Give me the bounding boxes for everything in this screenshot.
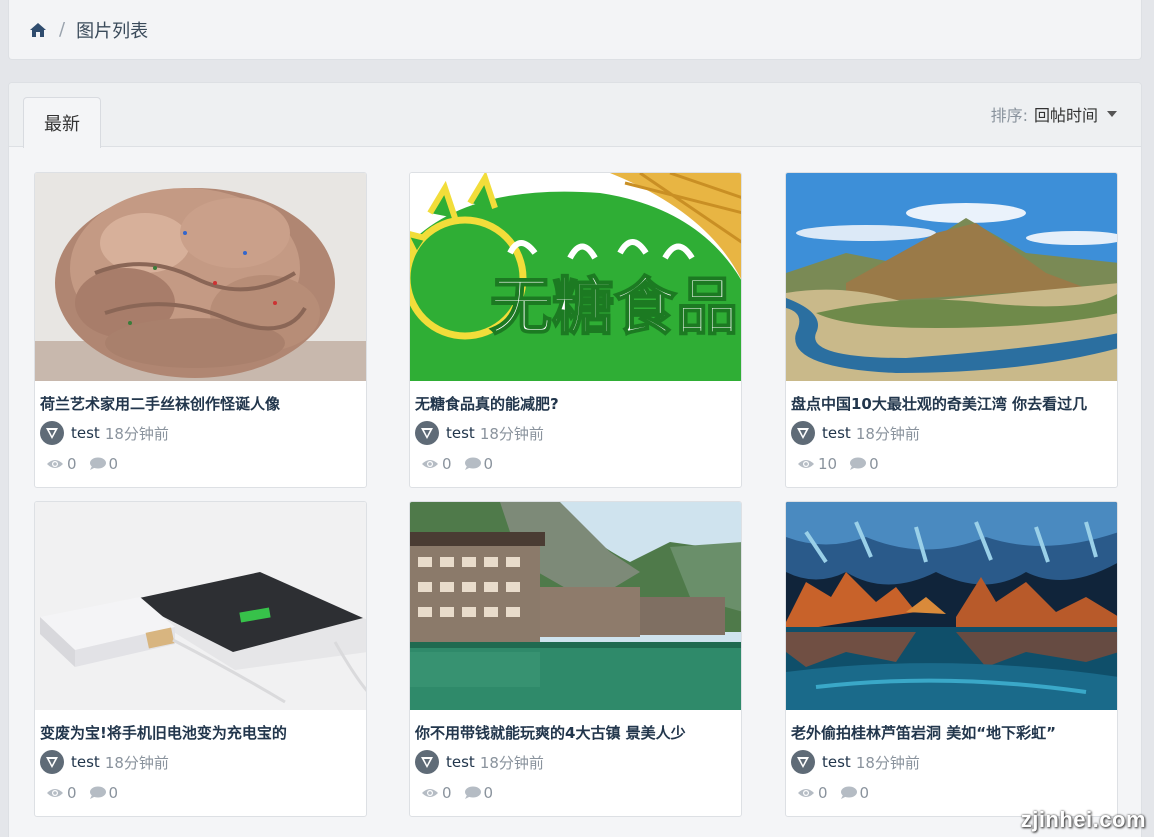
- card-image[interactable]: [786, 502, 1117, 710]
- card-stats: 0 0: [46, 784, 118, 802]
- watermark: zjinhei.com: [1020, 807, 1146, 832]
- sort-label: 排序:: [990, 106, 1028, 125]
- author-name[interactable]: test: [446, 424, 475, 442]
- avatar[interactable]: [40, 750, 64, 774]
- card-meta: test 18分钟前: [415, 750, 544, 774]
- card-meta: test 18分钟前: [40, 421, 169, 445]
- eye-icon: [797, 458, 815, 470]
- breadcrumb-separator: /: [59, 19, 66, 40]
- comment-count: 0: [483, 455, 494, 473]
- comment-count: 0: [859, 784, 870, 802]
- comment-icon: [464, 457, 481, 471]
- card-meta: test 18分钟前: [791, 421, 920, 445]
- post-time: 18分钟前: [855, 753, 920, 772]
- avatar[interactable]: [791, 750, 815, 774]
- card-stats: 0 0: [797, 784, 869, 802]
- post-time: 18分钟前: [855, 424, 920, 443]
- comment-count: 0: [483, 784, 494, 802]
- card-stats: 0 0: [421, 784, 493, 802]
- breadcrumb: / 图片列表: [8, 0, 1142, 60]
- tab-latest[interactable]: 最新: [23, 97, 101, 148]
- view-count: 0: [442, 455, 452, 473]
- eye-icon: [46, 458, 64, 470]
- card-title[interactable]: 老外偷拍桂林芦笛岩洞 美如“地下彩虹”: [791, 722, 1056, 743]
- image-card[interactable]: 你不用带钱就能玩爽的4大古镇 景美人少 test 18分钟前 0 0: [409, 501, 742, 817]
- view-count: 10: [818, 455, 838, 473]
- caret-down-icon[interactable]: [1107, 111, 1117, 117]
- sort-dropdown[interactable]: 排序: 回帖时间: [991, 102, 1117, 126]
- view-count: 0: [67, 455, 77, 473]
- view-count: 0: [67, 784, 77, 802]
- panel-header: 最新 排序: 回帖时间: [9, 83, 1141, 148]
- breadcrumb-current: 图片列表: [76, 20, 149, 42]
- card-title[interactable]: 你不用带钱就能玩爽的4大古镇 景美人少: [415, 722, 686, 743]
- card-title[interactable]: 变废为宝!将手机旧电池变为充电宝的: [40, 722, 287, 743]
- card-title[interactable]: 无糖食品真的能减肥?: [415, 393, 559, 414]
- card-image[interactable]: 无糖食品: [410, 173, 741, 381]
- image-card[interactable]: 无糖食品 无糖食品真的能减肥? test 18分钟前 0 0: [409, 172, 742, 488]
- card-image[interactable]: [410, 502, 741, 710]
- comment-count: 0: [108, 784, 119, 802]
- card-stats: 0 0: [46, 455, 118, 473]
- view-count: 0: [442, 784, 452, 802]
- comment-icon: [464, 786, 481, 800]
- comment-count: 0: [108, 455, 119, 473]
- sugar-free-text: 无糖食品: [490, 270, 738, 343]
- avatar[interactable]: [415, 750, 439, 774]
- card-image[interactable]: [35, 173, 366, 381]
- card-meta: test 18分钟前: [415, 421, 544, 445]
- comment-icon: [89, 457, 106, 471]
- card-stats: 0 0: [421, 455, 493, 473]
- eye-icon: [421, 787, 439, 799]
- card-stats: 10 0: [797, 455, 879, 473]
- post-time: 18分钟前: [479, 753, 544, 772]
- view-count: 0: [818, 784, 828, 802]
- avatar[interactable]: [40, 421, 64, 445]
- post-time: 18分钟前: [104, 753, 169, 772]
- image-card[interactable]: 变废为宝!将手机旧电池变为充电宝的 test 18分钟前 0 0: [34, 501, 367, 817]
- image-card[interactable]: 盘点中国10大最壮观的奇美江湾 你去看过几 test 18分钟前 10 0: [785, 172, 1118, 488]
- card-title[interactable]: 荷兰艺术家用二手丝袜创作怪诞人像: [40, 393, 280, 414]
- sort-value[interactable]: 回帖时间: [1034, 102, 1098, 126]
- home-icon[interactable]: [29, 22, 47, 38]
- comment-count: 0: [869, 455, 879, 473]
- image-card[interactable]: 荷兰艺术家用二手丝袜创作怪诞人像 test 18分钟前 0 0: [34, 172, 367, 488]
- eye-icon: [46, 787, 64, 799]
- post-time: 18分钟前: [104, 424, 169, 443]
- card-image[interactable]: [35, 502, 366, 710]
- author-name[interactable]: test: [71, 753, 100, 771]
- avatar[interactable]: [415, 421, 439, 445]
- image-card[interactable]: 老外偷拍桂林芦笛岩洞 美如“地下彩虹” test 18分钟前 0 0: [785, 501, 1118, 817]
- eye-icon: [797, 787, 815, 799]
- post-time: 18分钟前: [479, 424, 544, 443]
- eye-icon: [421, 458, 439, 470]
- author-name[interactable]: test: [71, 424, 100, 442]
- card-meta: test 18分钟前: [40, 750, 169, 774]
- author-name[interactable]: test: [446, 753, 475, 771]
- card-image[interactable]: [786, 173, 1117, 381]
- author-name[interactable]: test: [822, 753, 851, 771]
- comment-icon: [89, 786, 106, 800]
- comment-icon: [849, 457, 867, 471]
- card-title[interactable]: 盘点中国10大最壮观的奇美江湾 你去看过几: [791, 393, 1087, 414]
- comment-icon: [840, 786, 857, 800]
- card-meta: test 18分钟前: [791, 750, 920, 774]
- author-name[interactable]: test: [822, 424, 851, 442]
- avatar[interactable]: [791, 421, 815, 445]
